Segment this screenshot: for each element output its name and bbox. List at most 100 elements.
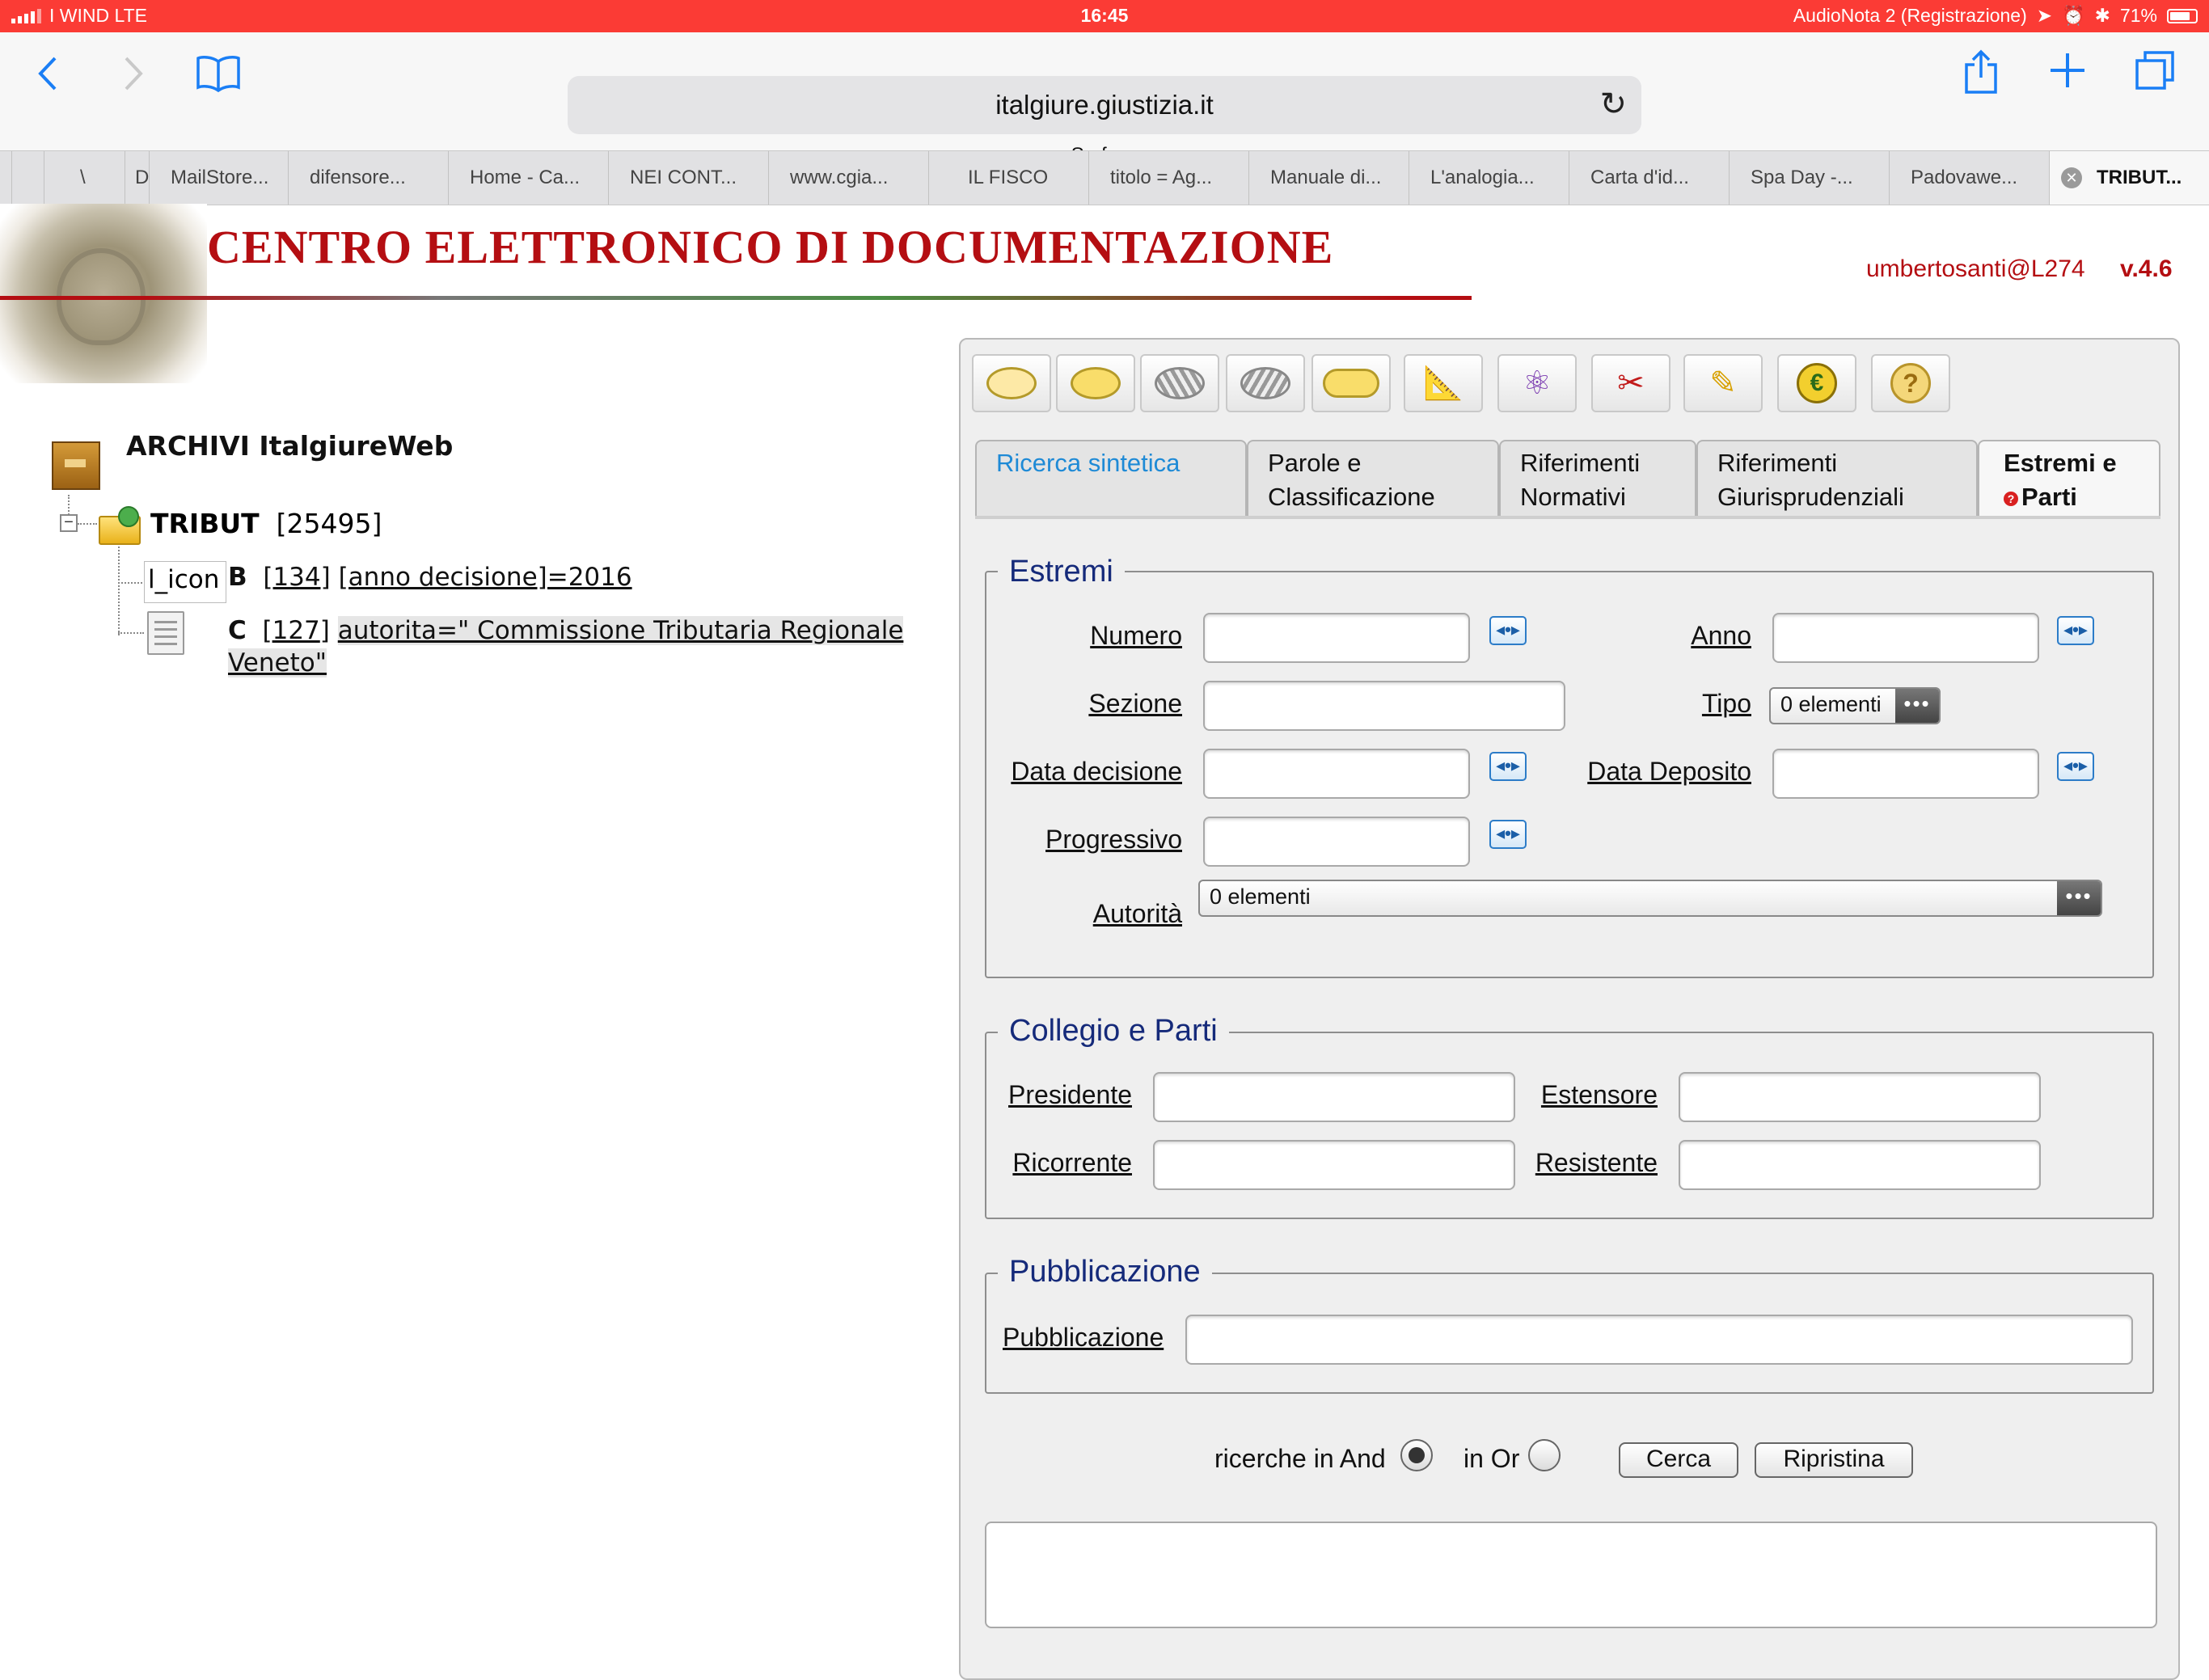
anno-range-button[interactable]: ◂•▸: [2057, 616, 2094, 645]
data-decisione-input[interactable]: [1203, 749, 1470, 799]
back-icon[interactable]: [36, 55, 60, 99]
euro-icon: €: [1797, 363, 1837, 403]
tree-connector: [118, 547, 120, 635]
row-b-query[interactable]: [anno decisione]=2016: [339, 563, 632, 592]
ellipse-hatched-alt-icon: [1240, 367, 1290, 399]
ruler-button[interactable]: 📐: [1404, 354, 1483, 412]
close-tab-icon[interactable]: ✕: [2061, 167, 2082, 188]
tabs-overview-icon[interactable]: [2135, 50, 2175, 98]
ripristina-button[interactable]: Ripristina: [1755, 1442, 1913, 1478]
collegio-legend: Collegio e Parti: [998, 1014, 1229, 1049]
pill-button[interactable]: [1311, 354, 1391, 412]
tab-home[interactable]: Home - Ca...: [448, 151, 608, 205]
collapse-toggle-icon[interactable]: −: [60, 514, 78, 532]
tab-estremi-parti[interactable]: Estremi e? Parti: [1978, 440, 2160, 517]
ruler-icon: 📐: [1423, 365, 1464, 401]
ellipse-hatched-alt-button[interactable]: [1226, 354, 1305, 412]
reload-icon[interactable]: ↻: [1599, 86, 1627, 123]
atom-button[interactable]: ⚛: [1497, 354, 1577, 412]
user-name: umbertosanti@L274: [1866, 255, 2085, 282]
estremi-legend: Estremi: [998, 555, 1125, 589]
or-radio[interactable]: [1528, 1439, 1561, 1471]
tab-0[interactable]: [11, 151, 44, 205]
tab-tribut-active[interactable]: ✕ TRIBUT...: [2049, 151, 2209, 205]
data-deposito-input[interactable]: [1772, 749, 2039, 799]
open-folder-icon: [99, 506, 144, 547]
data-decisione-range-button[interactable]: ◂•▸: [1489, 752, 1527, 781]
tab-cgia[interactable]: www.cgia...: [768, 151, 928, 205]
tab-analogia[interactable]: L'analogia...: [1409, 151, 1569, 205]
tab-riferimenti-giurisprudenziali[interactable]: Riferimenti Giurisprudenziali: [1696, 440, 1978, 517]
tab-ricerca-sintetica[interactable]: Ricerca sintetica: [975, 440, 1247, 517]
ricorrente-input[interactable]: [1153, 1140, 1515, 1190]
tab-1[interactable]: \: [44, 151, 125, 205]
eraser-icon: ✎: [1709, 365, 1737, 401]
more-icon[interactable]: •••: [2057, 881, 2101, 915]
progressivo-input[interactable]: [1203, 817, 1470, 867]
data-deposito-range-button[interactable]: ◂•▸: [2057, 752, 2094, 781]
tree-row-b[interactable]: B [134] [anno decisione]=2016: [228, 563, 632, 592]
ellipse-outline-button[interactable]: [972, 354, 1051, 412]
forward-icon[interactable]: [121, 55, 146, 99]
tipo-picker[interactable]: 0 elementi •••: [1769, 687, 1941, 724]
help-button[interactable]: ?: [1871, 354, 1950, 412]
tree-archive[interactable]: TRIBUT [25495]: [150, 508, 382, 539]
sezione-input[interactable]: [1203, 681, 1565, 731]
autorita-value: 0 elementi: [1210, 884, 1311, 909]
estensore-input[interactable]: [1679, 1072, 2041, 1122]
tab-riferimenti-normativi[interactable]: Riferimenti Normativi: [1499, 440, 1696, 517]
autorita-label: Autorità: [1092, 899, 1182, 928]
resistente-input[interactable]: [1679, 1140, 2041, 1190]
query-text-area[interactable]: [985, 1522, 2157, 1628]
row-b-count[interactable]: [134]: [263, 563, 330, 592]
cerca-button[interactable]: Cerca: [1619, 1442, 1738, 1478]
ellipse-filled-button[interactable]: [1056, 354, 1135, 412]
address-bar[interactable]: italgiure.giustizia.it ↻: [568, 76, 1641, 134]
or-label: in Or: [1464, 1444, 1520, 1473]
atom-icon: ⚛: [1523, 365, 1552, 401]
scissors-icon: ✂: [1617, 365, 1645, 401]
euro-button[interactable]: €: [1777, 354, 1856, 412]
row-c-query-cont[interactable]: Veneto": [228, 648, 327, 677]
scissors-button[interactable]: ✂: [1591, 354, 1670, 412]
search-panel: [959, 338, 2180, 1680]
archive-count: [25495]: [276, 508, 382, 539]
share-icon[interactable]: [1963, 49, 1999, 103]
tab-padovaweb[interactable]: Padovawe...: [1889, 151, 2049, 205]
tab-il-fisco[interactable]: IL FISCO: [928, 151, 1088, 205]
row-c-query[interactable]: autorita=" Commissione Tributaria Region…: [337, 616, 904, 645]
tab-mailstore[interactable]: MailStore...: [149, 151, 288, 205]
tab-parole-classificazione[interactable]: Parole e Classificazione: [1247, 440, 1499, 517]
ellipse-outline-icon: [986, 367, 1037, 399]
ellipse-hatched-button[interactable]: [1140, 354, 1219, 412]
bookmarks-icon[interactable]: [196, 53, 241, 99]
numero-range-button[interactable]: ◂•▸: [1489, 616, 1527, 645]
sezione-label: Sezione: [1088, 689, 1182, 718]
tree-root-label: ARCHIVI ItalgiureWeb: [126, 430, 454, 462]
tab-difensore[interactable]: difensore...: [288, 151, 448, 205]
tab-manuale[interactable]: Manuale di...: [1248, 151, 1409, 205]
numero-label: Numero: [1090, 621, 1182, 650]
row-c-count[interactable]: 127: [272, 616, 320, 645]
tab-carta[interactable]: Carta d'id...: [1569, 151, 1729, 205]
presidente-input[interactable]: [1153, 1072, 1515, 1122]
tab-strip: \ D MailStore... difensore... Home - Ca.…: [0, 150, 2209, 205]
site-title: CENTRO ELETTRONICO DI DOCUMENTAZIONE: [207, 221, 1334, 273]
progressivo-range-button[interactable]: ◂•▸: [1489, 820, 1527, 849]
tab-nei-cont[interactable]: NEI CONT...: [608, 151, 768, 205]
pubblicazione-legend: Pubblicazione: [998, 1255, 1212, 1290]
tab-spa-day[interactable]: Spa Day -...: [1729, 151, 1889, 205]
numero-input[interactable]: [1203, 613, 1470, 663]
title-underline: [0, 296, 1472, 300]
tab-titolo[interactable]: titolo = Ag...: [1088, 151, 1248, 205]
new-tab-icon[interactable]: [2049, 52, 2086, 96]
alarm-icon: ⏰: [2062, 5, 2085, 26]
tree-row-c[interactable]: C [127] autorita=" Commissione Tributari…: [228, 614, 904, 679]
more-icon[interactable]: •••: [1895, 689, 1939, 723]
pubblicazione-input[interactable]: [1185, 1315, 2133, 1365]
and-radio[interactable]: [1400, 1439, 1433, 1471]
anno-input[interactable]: [1772, 613, 2039, 663]
autorita-picker[interactable]: 0 elementi •••: [1198, 880, 2102, 917]
archive-icon: [47, 430, 107, 493]
eraser-button[interactable]: ✎: [1683, 354, 1763, 412]
